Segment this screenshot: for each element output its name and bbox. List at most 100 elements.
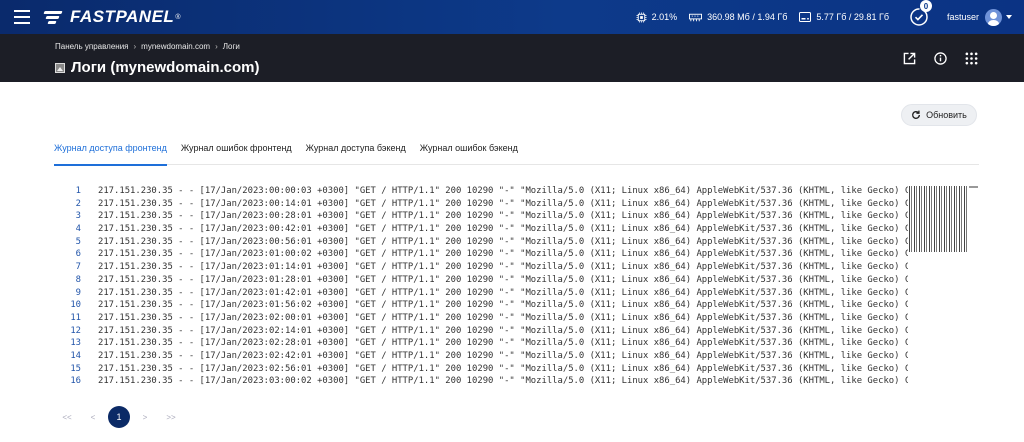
line-number: 6 [75, 249, 81, 260]
log-line: 3 217.151.230.35 - - [17/Jan/2023:00:28:0… [54, 210, 908, 223]
cpu-value: 2.01% [651, 12, 678, 22]
tab-frontend-access-log[interactable]: Журнал доступа фронтенд [54, 133, 167, 166]
log-entry-text: 217.151.230.35 - - [17/Jan/2023:00:14:01… [98, 198, 908, 209]
log-line: 12 217.151.230.35 - - [17/Jan/2023:02:14:… [54, 325, 908, 338]
first-page-button[interactable]: << [54, 413, 80, 422]
line-number: 5 [75, 236, 81, 247]
username: fastuser [946, 12, 979, 22]
brand-logo[interactable]: FASTPANEL ® [43, 0, 181, 34]
image-icon [55, 62, 65, 73]
line-number: 12 [70, 325, 81, 336]
disk-value: 5.77 Гб / 29.81 Гб [816, 12, 889, 22]
last-page-button[interactable]: >> [158, 413, 184, 422]
log-line: 7 217.151.230.35 - - [17/Jan/2023:01:14:0… [54, 261, 908, 274]
log-entry-text: 217.151.230.35 - - [17/Jan/2023:02:14:01… [98, 325, 908, 336]
disk-icon [799, 12, 812, 22]
log-entry-text: 217.151.230.35 - - [17/Jan/2023:00:28:01… [98, 211, 908, 222]
cpu-icon [636, 11, 647, 23]
memory-stat: 360.98 Мб / 1.94 Гб [689, 12, 787, 22]
log-line: 13 217.151.230.35 - - [17/Jan/2023:02:28:… [54, 337, 908, 350]
log-entry-text: 217.151.230.35 - - [17/Jan/2023:00:42:01… [98, 224, 908, 235]
log-line: 2 217.151.230.35 - - [17/Jan/2023:00:14:0… [54, 198, 908, 211]
prev-page-button[interactable]: < [80, 413, 106, 422]
line-number: 11 [70, 312, 81, 323]
line-number: 2 [75, 198, 81, 209]
notifications-button[interactable]: 0 [909, 0, 932, 27]
breadcrumb-current: Логи [222, 42, 240, 51]
memory-value: 360.98 Мб / 1.94 Гб [707, 12, 788, 22]
log-line: 14 217.151.230.35 - - [17/Jan/2023:02:42:… [54, 350, 908, 363]
cpu-stat: 2.01% [636, 11, 678, 23]
resource-stats: 2.01% 360.98 Мб / 1.94 Гб 5.77 Гб / 29.8… [636, 0, 1024, 34]
next-page-button[interactable]: > [132, 413, 158, 422]
breadcrumb-link-domain[interactable]: mynewdomain.com [141, 42, 210, 51]
log-entry-text: 217.151.230.35 - - [17/Jan/2023:00:00:03… [98, 186, 908, 196]
tab-frontend-error-log[interactable]: Журнал ошибок фронтенд [181, 133, 292, 165]
log-entry-text: 217.151.230.35 - - [17/Jan/2023:02:00:01… [98, 312, 908, 323]
logo-mark-icon [43, 10, 66, 24]
page-header: Панель управления › mynewdomain.com › Ло… [0, 34, 1024, 82]
log-entry-text: 217.151.230.35 - - [17/Jan/2023:01:14:01… [98, 262, 908, 273]
tab-backend-access-log[interactable]: Журнал доступа бэкенд [306, 133, 406, 165]
log-line: 16 217.151.230.35 - - [17/Jan/2023:03:00:… [54, 375, 908, 388]
log-viewer[interactable]: 1 217.151.230.35 - - [17/Jan/2023:00:00:0… [54, 185, 908, 390]
pagination: << < 1 > >> [54, 405, 184, 429]
log-line: 15 217.151.230.35 - - [17/Jan/2023:02:56:… [54, 363, 908, 376]
log-line: 10 217.151.230.35 - - [17/Jan/2023:01:56:… [54, 299, 908, 312]
log-entry-text: 217.151.230.35 - - [17/Jan/2023:03:00:02… [98, 376, 908, 387]
breadcrumb-separator: › [133, 42, 137, 51]
tab-backend-error-log[interactable]: Журнал ошибок бэкенд [420, 133, 518, 165]
refresh-button[interactable]: Обновить [901, 104, 977, 126]
log-line: 6 217.151.230.35 - - [17/Jan/2023:01:00:0… [54, 248, 908, 261]
log-entry-text: 217.151.230.35 - - [17/Jan/2023:01:28:01… [98, 274, 908, 285]
info-icon[interactable] [934, 52, 947, 65]
line-number: 14 [70, 350, 81, 361]
line-number: 13 [70, 338, 81, 349]
log-scrollbar[interactable] [969, 186, 978, 188]
current-page-button[interactable]: 1 [108, 406, 130, 428]
log-line: 11 217.151.230.35 - - [17/Jan/2023:02:00:… [54, 312, 908, 325]
log-entry-text: 217.151.230.35 - - [17/Jan/2023:01:56:02… [98, 300, 908, 311]
line-number: 9 [75, 287, 81, 298]
refresh-label: Обновить [926, 110, 967, 120]
header-actions [903, 52, 978, 65]
avatar-icon [985, 8, 1002, 26]
page-title: Логи (mynewdomain.com) [55, 59, 260, 76]
brand-name: FASTPANEL [70, 7, 175, 26]
open-external-icon[interactable] [903, 52, 916, 65]
log-entry-text: 217.151.230.35 - - [17/Jan/2023:02:28:01… [98, 338, 908, 349]
top-bar: FASTPANEL ® 2.01% 360.98 Мб / 1.94 Гб 5.7… [0, 0, 1024, 34]
log-line: 1 217.151.230.35 - - [17/Jan/2023:00:00:0… [54, 185, 908, 198]
line-number: 15 [70, 363, 81, 374]
log-line: 9 217.151.230.35 - - [17/Jan/2023:01:42:0… [54, 287, 908, 300]
breadcrumb-separator: › [215, 42, 218, 51]
log-entry-text: 217.151.230.35 - - [17/Jan/2023:01:00:02… [98, 249, 908, 260]
user-menu[interactable]: fastuser [946, 8, 1012, 26]
line-number: 16 [70, 376, 81, 387]
log-line: 8 217.151.230.35 - - [17/Jan/2023:01:28:0… [54, 274, 908, 287]
breadcrumb: Панель управления › mynewdomain.com › Ло… [55, 42, 240, 51]
brand-registered-mark: ® [175, 13, 181, 21]
log-line: 5 217.151.230.35 - - [17/Jan/2023:00:56:0… [54, 236, 908, 249]
page-title-text: Логи (mynewdomain.com) [71, 59, 260, 76]
breadcrumb-link-dashboard[interactable]: Панель управления [55, 42, 129, 51]
apps-grid-icon[interactable] [965, 52, 978, 65]
log-entry-text: 217.151.230.35 - - [17/Jan/2023:02:42:01… [98, 350, 908, 361]
line-number: 1 [75, 186, 81, 196]
menu-icon[interactable] [0, 0, 44, 34]
line-number: 10 [70, 300, 81, 311]
memory-icon [689, 13, 703, 21]
line-number: 8 [75, 274, 81, 285]
line-number: 4 [75, 224, 81, 235]
chevron-down-icon [1006, 15, 1012, 19]
log-tabs: Журнал доступа фронтенд Журнал ошибок фр… [54, 133, 979, 166]
log-line: 4 217.151.230.35 - - [17/Jan/2023:00:42:0… [54, 223, 908, 236]
refresh-icon [912, 110, 921, 119]
disk-stat: 5.77 Гб / 29.81 Гб [799, 12, 889, 22]
line-number: 3 [75, 211, 81, 222]
log-entry-text: 217.151.230.35 - - [17/Jan/2023:01:42:01… [98, 287, 908, 298]
log-entry-text: 217.151.230.35 - - [17/Jan/2023:00:56:01… [98, 236, 908, 247]
notification-count-badge: 0 [919, 0, 932, 12]
log-minimap[interactable] [909, 186, 969, 252]
log-entry-text: 217.151.230.35 - - [17/Jan/2023:02:56:01… [98, 363, 908, 374]
